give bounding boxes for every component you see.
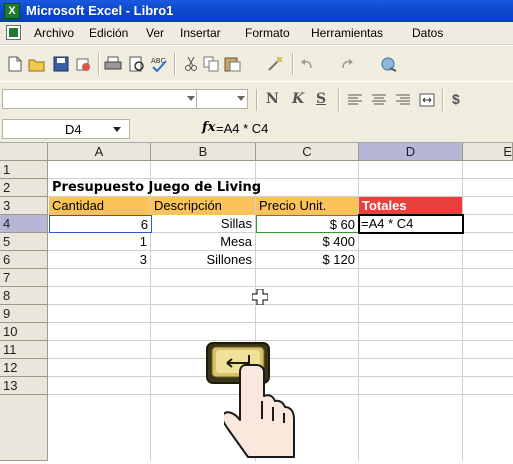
save-icon[interactable]	[52, 55, 70, 73]
paste-icon[interactable]	[224, 55, 242, 73]
menu-insertar[interactable]: Insertar	[180, 26, 221, 40]
column-header-e[interactable]: E	[463, 143, 513, 161]
cell-a6[interactable]: 3	[49, 251, 150, 269]
toolbar-separator	[442, 89, 444, 111]
title-bar: X Microsoft Excel - Libro1	[0, 0, 513, 22]
currency-icon[interactable]: $	[452, 91, 460, 107]
cell-c6[interactable]: $ 120	[256, 251, 358, 269]
cell-a4[interactable]: 6	[49, 215, 152, 233]
grid-line	[48, 358, 513, 359]
row-header-5[interactable]: 5	[0, 233, 48, 251]
align-center-icon[interactable]	[370, 91, 388, 109]
excel-app-icon[interactable]: X	[4, 3, 20, 19]
cell-b4[interactable]: Sillas	[151, 215, 255, 233]
formula-input[interactable]: =A4 * C4	[216, 121, 268, 136]
toolbar-separator	[98, 53, 100, 75]
insert-function-icon[interactable]: fx	[202, 120, 215, 135]
cell-b5[interactable]: Mesa	[151, 233, 255, 251]
menu-bar: Archivo Edición Ver Insertar Formato Her…	[0, 22, 513, 45]
toolbar-separator	[256, 89, 258, 111]
grid-line	[462, 161, 463, 461]
cut-icon[interactable]	[182, 55, 200, 73]
select-all-corner[interactable]	[0, 143, 48, 161]
worksheet-grid[interactable]: A B C D E 1 2 3 4 5 6 7 8 9 10 11 12 13 …	[0, 143, 513, 461]
grid-line	[48, 322, 513, 323]
row-header-7[interactable]: 7	[0, 269, 48, 287]
row-header-8[interactable]: 8	[0, 287, 48, 305]
grid-line	[48, 304, 513, 305]
copy-icon[interactable]	[202, 55, 220, 73]
grid-line	[48, 286, 513, 287]
align-left-icon[interactable]	[346, 91, 364, 109]
name-box[interactable]: D4	[2, 119, 130, 139]
cell-d3[interactable]: Totales	[359, 197, 462, 215]
menu-edicion[interactable]: Edición	[89, 26, 128, 40]
name-box-dropdown-icon[interactable]	[113, 127, 121, 132]
row-header-filler	[0, 395, 48, 461]
column-header-d[interactable]: D	[359, 143, 463, 161]
menu-formato[interactable]: Formato	[245, 26, 290, 40]
undo-icon[interactable]	[298, 55, 316, 73]
menu-archivo[interactable]: Archivo	[34, 26, 74, 40]
row-header-10[interactable]: 10	[0, 323, 48, 341]
italic-icon[interactable]: K	[292, 91, 304, 107]
row-header-2[interactable]: 2	[0, 179, 48, 197]
standard-toolbar: ABC	[0, 45, 513, 82]
window-title: Microsoft Excel - Libro1	[26, 3, 174, 18]
row-header-13[interactable]: 13	[0, 377, 48, 395]
cell-c3[interactable]: Precio Unit.	[256, 197, 358, 215]
column-header-a[interactable]: A	[48, 143, 151, 161]
formula-bar: D4 fx =A4 * C4	[0, 116, 513, 143]
menu-ver[interactable]: Ver	[146, 26, 164, 40]
redo-icon[interactable]	[338, 55, 356, 73]
formatting-toolbar: N K S $	[0, 81, 513, 117]
row-header-11[interactable]: 11	[0, 341, 48, 359]
font-size-combo[interactable]	[196, 89, 248, 109]
cell-d4-active[interactable]: =A4 * C4	[358, 214, 464, 234]
workbook-icon[interactable]	[6, 25, 21, 40]
row-header-4[interactable]: 4	[0, 215, 48, 233]
bold-icon[interactable]: N	[266, 91, 279, 107]
toolbar-separator	[174, 53, 176, 75]
cell-c4[interactable]: $ 60	[256, 215, 359, 233]
toolbar-separator	[338, 89, 340, 111]
row-header-12[interactable]: 12	[0, 359, 48, 377]
print-preview-icon[interactable]	[128, 55, 146, 73]
cell-b3[interactable]: Descripción	[151, 197, 255, 215]
row-header-3[interactable]: 3	[0, 197, 48, 215]
cell-a3[interactable]: Cantidad	[49, 197, 150, 215]
menu-herramientas[interactable]: Herramientas	[311, 26, 383, 40]
column-header-c[interactable]: C	[256, 143, 359, 161]
cell-c5[interactable]: $ 400	[256, 233, 358, 251]
menu-datos[interactable]: Datos	[412, 26, 443, 40]
hyperlink-icon[interactable]	[380, 55, 398, 73]
merge-center-icon[interactable]	[418, 91, 436, 109]
font-name-combo[interactable]	[2, 89, 198, 109]
cross-cursor-icon	[251, 288, 269, 306]
column-header-b[interactable]: B	[151, 143, 256, 161]
name-box-value: D4	[65, 122, 82, 137]
underline-icon[interactable]: S	[316, 91, 326, 107]
row-header-6[interactable]: 6	[0, 251, 48, 269]
cell-a2[interactable]: Presupuesto Juego de Living	[49, 179, 349, 197]
open-icon[interactable]	[28, 55, 46, 73]
row-header-9[interactable]: 9	[0, 305, 48, 323]
row-header-1[interactable]: 1	[0, 161, 48, 179]
spelling-icon[interactable]: ABC	[150, 55, 168, 73]
print-icon[interactable]	[104, 55, 122, 73]
cell-b6[interactable]: Sillones	[151, 251, 255, 269]
new-icon[interactable]	[6, 55, 24, 73]
grid-line	[48, 340, 513, 341]
permissions-icon[interactable]	[74, 55, 92, 73]
align-right-icon[interactable]	[394, 91, 412, 109]
cell-a5[interactable]: 1	[49, 233, 150, 251]
toolbar-separator	[292, 53, 294, 75]
pressing-hand-icon	[221, 361, 314, 461]
format-painter-icon[interactable]	[266, 55, 284, 73]
